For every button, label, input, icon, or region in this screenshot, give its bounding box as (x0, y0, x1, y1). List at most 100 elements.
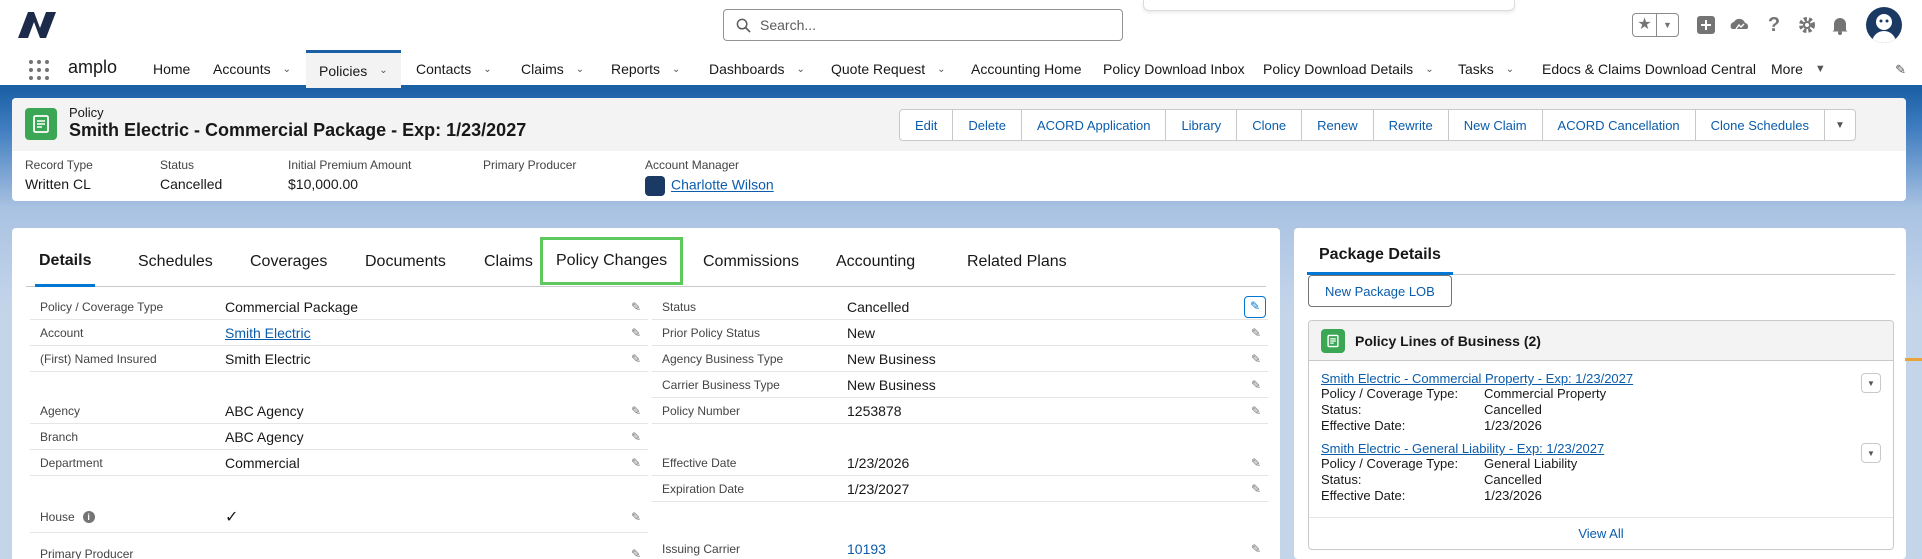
chevron-down-icon[interactable]: ⌄ (283, 64, 291, 75)
nav-item-contacts[interactable]: Contacts ⌄ (416, 50, 492, 88)
related-list-title[interactable]: Policy Lines of Business (2) (1355, 333, 1541, 349)
edit-pencil-icon[interactable]: ✎ (1244, 295, 1266, 318)
trailhead-icon[interactable] (1728, 13, 1752, 37)
edit-pencil-icon[interactable]: ✎ (624, 547, 648, 559)
nav-item-policy-download-inbox[interactable]: Policy Download Inbox (1103, 50, 1245, 88)
edit-pencil-icon[interactable]: ✎ (624, 326, 648, 340)
edit-pencil-icon[interactable]: ✎ (1244, 482, 1268, 496)
nav-item-tasks[interactable]: Tasks ⌄ (1458, 50, 1514, 88)
acord-cancellation-button[interactable]: ACORD Cancellation (1541, 109, 1696, 141)
user-avatar[interactable] (1866, 7, 1902, 43)
edit-pencil-icon[interactable]: ✎ (624, 510, 648, 524)
edit-pencil-icon[interactable]: ✎ (624, 300, 648, 314)
rewrite-button[interactable]: Rewrite (1372, 109, 1449, 141)
acord-application-button[interactable]: ACORD Application (1020, 109, 1167, 141)
chevron-down-icon[interactable]: ⌄ (937, 64, 945, 75)
new-claim-button[interactable]: New Claim (1447, 109, 1543, 141)
chevron-down-icon[interactable]: ⌄ (576, 64, 584, 75)
account-manager-link[interactable]: Charlotte Wilson (671, 177, 774, 193)
edit-pencil-icon[interactable]: ✎ (624, 352, 648, 366)
clone-schedules-button[interactable]: Clone Schedules (1694, 109, 1825, 141)
nav-item-more[interactable]: More ▼ (1771, 50, 1826, 88)
nav-item-policies[interactable]: Policies ⌄ (306, 50, 401, 88)
more-actions-chevron-icon[interactable]: ▼ (1823, 109, 1856, 141)
highlight-value: $10,000.00 (288, 176, 359, 192)
new-package-lob-button[interactable]: New Package LOB (1308, 275, 1452, 307)
edit-pencil-icon[interactable]: ✎ (1244, 542, 1268, 556)
list-item-field: Policy / Coverage Type: Commercial Proper… (1321, 386, 1881, 402)
edit-pencil-icon[interactable]: ✎ (1244, 326, 1268, 340)
field-label: Account (40, 325, 84, 340)
chevron-down-icon[interactable]: ⌄ (797, 64, 805, 75)
row-actions-chevron-icon[interactable]: ▼ (1861, 373, 1881, 393)
list-item: Smith Electric - General Liability - Exp… (1321, 441, 1881, 504)
edit-pencil-icon[interactable]: ✎ (1244, 456, 1268, 470)
clone-button[interactable]: Clone (1236, 109, 1303, 141)
tab-accounting[interactable]: Accounting (836, 237, 915, 287)
global-search-input[interactable]: Search... (723, 9, 1123, 41)
account-link[interactable]: Smith Electric (225, 325, 624, 341)
list-item-field: Effective Date: 1/23/2026 (1321, 418, 1881, 434)
notifications-bell-icon[interactable] (1828, 13, 1852, 37)
caret-down-icon[interactable]: ▼ (1815, 63, 1826, 75)
nav-item-quote-request[interactable]: Quote Request ⌄ (831, 50, 946, 88)
app-launcher-icon[interactable] (29, 60, 49, 80)
policy-line-link[interactable]: Smith Electric - Commercial Property - E… (1321, 371, 1881, 386)
chevron-down-icon[interactable]: ⌄ (379, 65, 387, 76)
edit-pencil-icon[interactable]: ✎ (624, 404, 648, 418)
setup-gear-icon[interactable] (1795, 13, 1819, 37)
row-actions-chevron-icon[interactable]: ▼ (1861, 443, 1881, 463)
tab-schedules[interactable]: Schedules (138, 237, 213, 287)
field-label-wrap: House i (30, 510, 225, 524)
renew-button[interactable]: Renew (1301, 109, 1374, 141)
field-value: ABC Agency (225, 402, 304, 419)
favorites-star-icon[interactable]: ★ (1633, 14, 1657, 36)
nav-item-claims[interactable]: Claims ⌄ (521, 50, 584, 88)
tab-coverages[interactable]: Coverages (250, 237, 327, 287)
delete-button[interactable]: Delete (952, 109, 1022, 141)
field-value: Commercial (225, 454, 300, 471)
edit-pencil-icon[interactable]: ✎ (624, 456, 648, 470)
tab-details[interactable]: Details (35, 237, 96, 287)
field-label: Policy / Coverage Type (40, 299, 164, 314)
edit-pencil-icon[interactable]: ✎ (1244, 404, 1268, 418)
add-icon[interactable] (1694, 13, 1718, 37)
edit-pencil-icon[interactable]: ✎ (1244, 352, 1268, 366)
field-label: Policy Number (662, 403, 741, 418)
nav-label: Reports (611, 61, 661, 77)
chevron-down-icon[interactable]: ⌄ (672, 64, 680, 75)
edit-pencil-icon[interactable]: ✎ (624, 430, 648, 444)
nav-item-reports[interactable]: Reports ⌄ (611, 50, 680, 88)
nav-item-home[interactable]: Home (153, 50, 190, 88)
amplo-logo[interactable] (18, 12, 56, 38)
tab-commissions[interactable]: Commissions (703, 237, 799, 287)
tab-policy-changes[interactable]: Policy Changes (540, 237, 684, 285)
tab-documents[interactable]: Documents (365, 237, 446, 287)
help-icon[interactable]: ? (1762, 13, 1786, 37)
nav-label: Edocs & Claims Download Central (1542, 61, 1756, 77)
edit-nav-pencil-icon[interactable]: ✎ (1895, 62, 1906, 78)
tab-related-plans[interactable]: Related Plans (967, 237, 1067, 287)
view-all-link[interactable]: View All (1309, 517, 1893, 549)
nav-item-accounting-home[interactable]: Accounting Home (971, 50, 1082, 88)
chevron-down-icon[interactable]: ⌄ (1506, 64, 1514, 75)
library-button[interactable]: Library (1165, 109, 1238, 141)
highlight-label: Account Manager (645, 158, 740, 172)
chevron-down-icon[interactable]: ⌄ (1425, 64, 1433, 75)
tab-claims[interactable]: Claims (484, 237, 533, 287)
favorites-button[interactable]: ★ ▼ (1632, 13, 1679, 37)
edit-button[interactable]: Edit (899, 109, 954, 141)
policy-line-link[interactable]: Smith Electric - General Liability - Exp… (1321, 441, 1881, 456)
record-header: Policy Smith Electric - Commercial Packa… (12, 98, 1906, 201)
favorites-menu-chevron-icon[interactable]: ▼ (1657, 20, 1678, 30)
policy-lines-related-list: Policy Lines of Business (2) Smith Elect… (1308, 320, 1894, 550)
nav-item-dashboards[interactable]: Dashboards ⌄ (709, 50, 805, 88)
nav-item-policy-download-details[interactable]: Policy Download Details ⌄ (1263, 50, 1434, 88)
chevron-down-icon[interactable]: ⌄ (483, 64, 491, 75)
issuing-carrier-link[interactable]: 10193 (847, 541, 1244, 557)
info-icon[interactable]: i (82, 511, 95, 524)
nav-item-edocs-claims[interactable]: Edocs & Claims Download Central (1542, 50, 1756, 88)
nav-item-accounts[interactable]: Accounts ⌄ (213, 50, 291, 88)
edit-pencil-icon[interactable]: ✎ (1244, 378, 1268, 392)
tab-package-details[interactable]: Package Details (1307, 237, 1453, 275)
